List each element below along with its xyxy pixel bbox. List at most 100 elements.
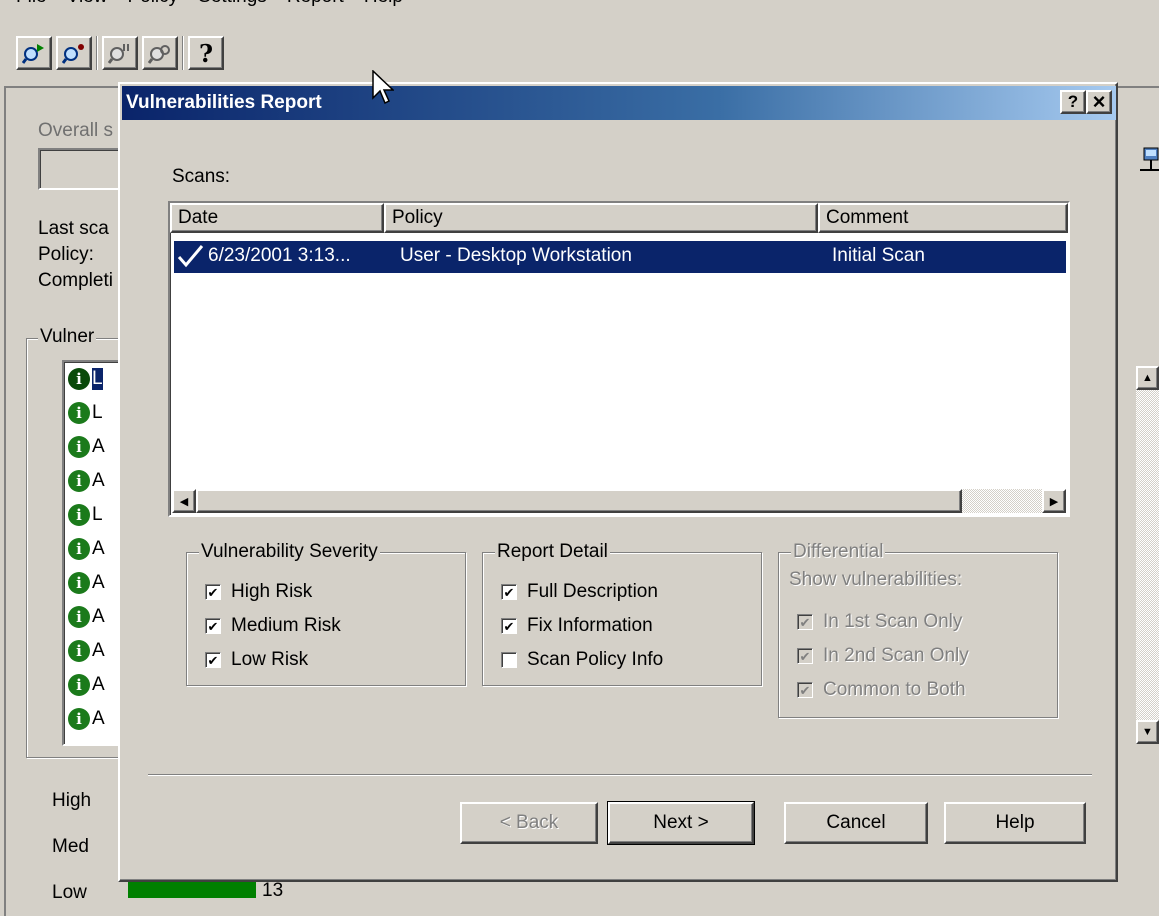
differential-group-title: Differential: [791, 541, 886, 563]
policy-label: Policy:: [38, 244, 94, 265]
dialog-title: Vulnerabilities Report: [126, 92, 322, 113]
menu-report[interactable]: Report: [287, 0, 344, 16]
scroll-track[interactable]: [1136, 390, 1159, 720]
list-item[interactable]: iA: [68, 466, 105, 496]
list-item-label: L: [92, 402, 103, 423]
low-risk-checkbox[interactable]: ✔: [205, 652, 221, 668]
list-item-label: A: [92, 572, 105, 593]
scan-compare-icon[interactable]: [142, 36, 178, 70]
scan-pause-icon[interactable]: [102, 36, 138, 70]
mouse-cursor-icon: [372, 69, 395, 112]
list-item[interactable]: iL: [68, 364, 103, 394]
info-icon: i: [68, 606, 90, 628]
menu-help[interactable]: Help: [364, 0, 403, 16]
column-header-date[interactable]: Date: [170, 203, 384, 233]
toolbar: ?: [16, 36, 224, 70]
scans-list[interactable]: Date Policy Comment 6/23/2001 3:13... Us…: [168, 201, 1070, 517]
differential-group: Differential Show vulnerabilities: ✔ In …: [778, 541, 1058, 718]
list-item-label: A: [92, 606, 105, 627]
high-risk-option[interactable]: ✔ High Risk: [205, 581, 312, 603]
scroll-up-button[interactable]: ▲: [1136, 366, 1159, 390]
scroll-down-button[interactable]: ▼: [1136, 720, 1159, 744]
column-header-policy[interactable]: Policy: [384, 203, 818, 233]
row-policy: User - Desktop Workstation: [400, 245, 632, 266]
info-icon: i: [68, 640, 90, 662]
cancel-button[interactable]: Cancel: [784, 802, 928, 844]
menu-view[interactable]: View: [67, 0, 108, 16]
help-icon[interactable]: ?: [188, 36, 224, 70]
common-to-both-label: Common to Both: [823, 679, 966, 700]
row-comment: Initial Scan: [832, 245, 925, 266]
medium-risk-option[interactable]: ✔ Medium Risk: [205, 615, 341, 637]
severity-low-count: 13: [262, 880, 284, 901]
first-scan-only-option: ✔ In 1st Scan Only: [797, 611, 962, 633]
scroll-thumb[interactable]: [196, 489, 962, 513]
high-risk-checkbox[interactable]: ✔: [205, 584, 221, 600]
dialog-help-button[interactable]: ?: [1060, 90, 1086, 114]
check-mark-icon: [176, 243, 204, 275]
medium-risk-checkbox[interactable]: ✔: [205, 618, 221, 634]
info-icon: i: [68, 708, 90, 730]
severity-low-bar-track: [128, 880, 256, 898]
scroll-right-button[interactable]: ▶: [1042, 489, 1066, 513]
fix-information-option[interactable]: ✔ Fix Information: [501, 615, 653, 637]
info-icon: i: [68, 470, 90, 492]
close-icon: ×: [1092, 89, 1106, 114]
low-risk-option[interactable]: ✔ Low Risk: [205, 649, 308, 671]
severity-high-label: High: [52, 790, 92, 811]
list-item[interactable]: iL: [68, 398, 103, 428]
list-item-label: A: [92, 640, 105, 661]
full-description-checkbox[interactable]: ✔: [501, 584, 517, 600]
scans-label: Scans:: [172, 166, 231, 187]
list-item[interactable]: iA: [68, 534, 105, 564]
list-item-label: A: [92, 674, 105, 695]
scan-config-icon[interactable]: [56, 36, 92, 70]
completion-label: Completi: [38, 270, 113, 291]
first-scan-only-checkbox: ✔: [797, 614, 813, 630]
menu-settings[interactable]: Settings: [198, 0, 267, 16]
list-item[interactable]: iA: [68, 670, 105, 700]
scroll-track[interactable]: [962, 489, 1042, 513]
list-item[interactable]: iL: [68, 500, 103, 530]
list-horizontal-scrollbar[interactable]: ◀ ▶: [172, 489, 1066, 513]
list-item-label: A: [92, 538, 105, 559]
right-vertical-scrollbar[interactable]: ▲ ▼: [1136, 366, 1159, 744]
fix-information-checkbox[interactable]: ✔: [501, 618, 517, 634]
list-item[interactable]: iA: [68, 432, 105, 462]
scan-policy-info-option[interactable]: Scan Policy Info: [501, 649, 663, 671]
list-item-label: A: [92, 708, 105, 729]
info-icon: i: [68, 538, 90, 560]
toolbar-separator: [182, 36, 184, 70]
report-detail-group: Report Detail ✔ Full Description ✔ Fix I…: [482, 541, 762, 686]
full-description-option[interactable]: ✔ Full Description: [501, 581, 658, 603]
dialog-close-button[interactable]: ×: [1086, 89, 1112, 114]
list-item[interactable]: iA: [68, 568, 105, 598]
list-item[interactable]: iA: [68, 636, 105, 666]
list-item-label: A: [92, 436, 105, 457]
list-item-label: A: [92, 470, 105, 491]
table-row[interactable]: 6/23/2001 3:13... User - Desktop Worksta…: [174, 241, 1066, 273]
show-vulnerabilities-label: Show vulnerabilities:: [789, 569, 963, 590]
scan-policy-info-checkbox[interactable]: [501, 652, 517, 668]
high-risk-label: High Risk: [231, 581, 313, 602]
info-icon: i: [68, 368, 90, 390]
column-header-comment[interactable]: Comment: [818, 203, 1068, 233]
next-button[interactable]: Next >: [607, 801, 755, 845]
medium-risk-label: Medium Risk: [231, 615, 341, 636]
menu-policy[interactable]: Policy: [127, 0, 178, 16]
dialog-titlebar[interactable]: Vulnerabilities Report ? ×: [122, 86, 1116, 120]
severity-med-label: Med: [52, 836, 89, 857]
common-to-both-checkbox: ✔: [797, 682, 813, 698]
scan-start-icon[interactable]: [16, 36, 52, 70]
help-button[interactable]: Help: [944, 802, 1086, 844]
back-button: < Back: [460, 802, 598, 844]
scroll-left-button[interactable]: ◀: [172, 489, 196, 513]
scan-policy-info-label: Scan Policy Info: [527, 649, 664, 670]
full-description-label: Full Description: [527, 581, 658, 602]
list-item[interactable]: iA: [68, 602, 105, 632]
vulnerabilities-group-label: Vulner: [38, 326, 97, 348]
list-item[interactable]: iA: [68, 704, 105, 734]
severity-group-title: Vulnerability Severity: [199, 541, 380, 563]
menu-file[interactable]: File: [16, 0, 47, 16]
info-icon: i: [68, 402, 90, 424]
